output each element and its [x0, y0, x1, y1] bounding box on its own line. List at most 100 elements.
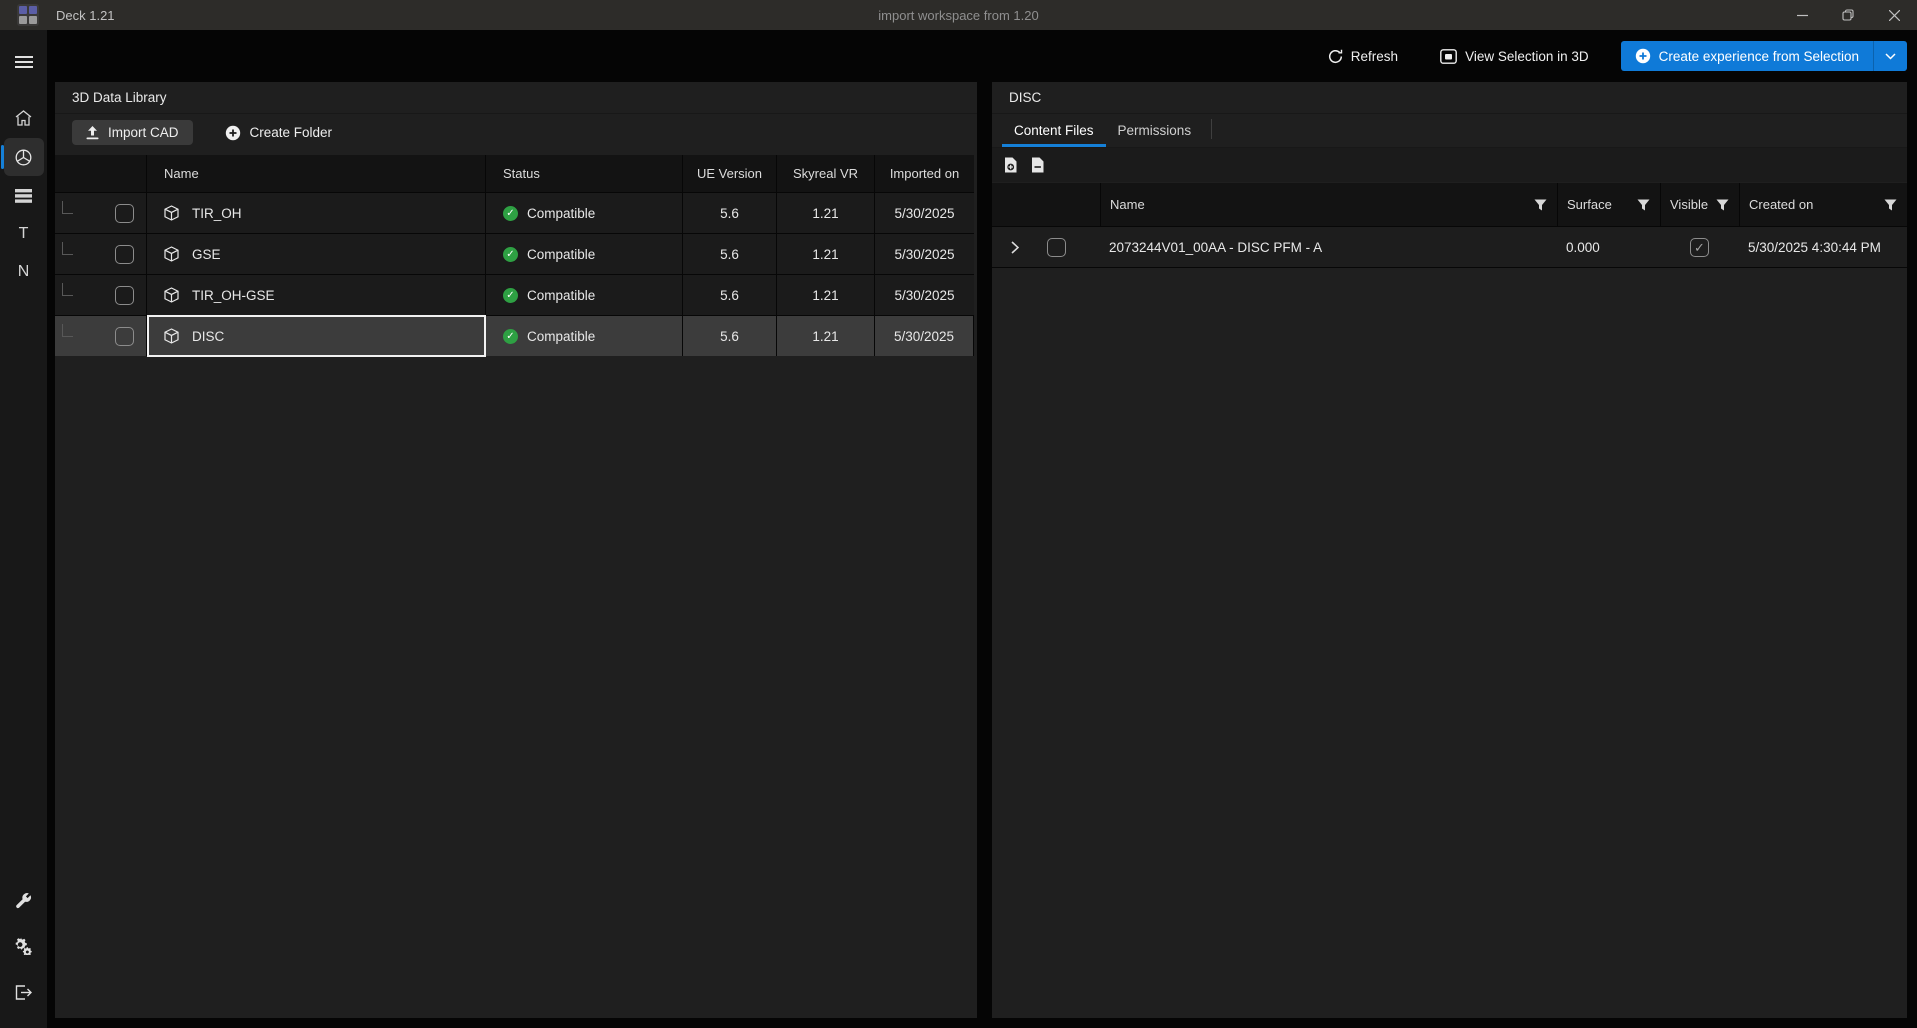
tree-guide	[62, 242, 73, 255]
chevron-right-icon	[1011, 241, 1019, 254]
col-imported-on[interactable]: Imported on	[875, 155, 974, 192]
sidebar-item-n-label: N	[18, 263, 30, 281]
3d-sphere-icon	[15, 149, 32, 166]
row-name: DISC	[192, 329, 224, 344]
col-skyreal-vr[interactable]: Skyreal VR	[777, 155, 875, 192]
row-checkbox[interactable]	[115, 286, 134, 305]
row-checkbox[interactable]	[1047, 238, 1066, 257]
action-bar: Refresh View Selection in 3D Create expe…	[47, 30, 1917, 82]
library-table-header: Name Status UE Version Skyreal VR Import…	[55, 155, 974, 192]
view-selection-3d-button[interactable]: View Selection in 3D	[1430, 43, 1599, 70]
row-checkbox[interactable]	[115, 327, 134, 346]
filter-icon[interactable]	[1716, 199, 1729, 211]
create-folder-button[interactable]: Create Folder	[219, 120, 339, 146]
content-file-row[interactable]: 2073244V01_00AA - DISC PFM - A 0.000 ✓ 5…	[992, 226, 1907, 268]
row-skyreal-vr: 1.21	[777, 193, 875, 233]
create-experience-split-button: Create experience from Selection	[1621, 41, 1907, 71]
wrench-icon	[15, 892, 32, 909]
menu-toggle-icon[interactable]	[4, 44, 44, 80]
import-cad-button[interactable]: Import CAD	[72, 120, 193, 145]
close-button[interactable]	[1871, 0, 1917, 30]
create-experience-dropdown[interactable]	[1873, 41, 1907, 71]
filter-icon[interactable]	[1884, 199, 1897, 211]
remove-file-icon[interactable]	[1031, 157, 1045, 173]
col-status[interactable]: Status	[486, 155, 683, 192]
filter-icon[interactable]	[1534, 199, 1547, 211]
home-icon	[15, 110, 32, 126]
restore-button[interactable]	[1825, 0, 1871, 30]
table-row[interactable]: GSE ✓ Compatible 5.6 1.21 5/30/2025	[55, 233, 974, 274]
tab-content-files[interactable]: Content Files	[1002, 116, 1106, 147]
row-name: TIR_OH	[192, 206, 242, 221]
col-surface[interactable]: Surface	[1567, 197, 1612, 212]
col-visible[interactable]: Visible	[1670, 197, 1708, 212]
tree-guide	[62, 324, 73, 337]
col-ue-version[interactable]: UE Version	[683, 155, 777, 192]
row-imported-on: 5/30/2025	[875, 316, 974, 356]
list-icon	[15, 189, 32, 203]
plus-circle-icon	[225, 125, 241, 141]
row-imported-on: 5/30/2025	[875, 275, 974, 315]
cad-model-icon	[164, 205, 179, 221]
status-badge: ✓ Compatible	[503, 329, 595, 344]
gears-icon	[14, 937, 33, 955]
create-folder-label: Create Folder	[250, 125, 333, 140]
cad-model-icon	[164, 246, 179, 262]
content-file-created-on: 5/30/2025 4:30:44 PM	[1739, 227, 1907, 267]
row-checkbox[interactable]	[115, 245, 134, 264]
add-file-icon[interactable]	[1004, 157, 1018, 173]
content-files-toolbar	[992, 148, 1907, 182]
filter-icon[interactable]	[1637, 199, 1650, 211]
sidebar-item-tools[interactable]	[4, 882, 44, 918]
refresh-label: Refresh	[1351, 49, 1398, 64]
row-ue-version: 5.6	[683, 234, 777, 274]
tab-separator	[1211, 119, 1212, 139]
content-file-name: 2073244V01_00AA - DISC PFM - A	[1100, 227, 1557, 267]
sidebar-bottom	[0, 882, 47, 1020]
sidebar: T N	[0, 30, 47, 1028]
app-logo-icon	[17, 4, 39, 26]
sidebar-item-settings[interactable]	[4, 928, 44, 964]
status-badge: ✓ Compatible	[503, 206, 595, 221]
col-created-on[interactable]: Created on	[1749, 197, 1813, 212]
row-checkbox[interactable]	[115, 204, 134, 223]
tab-permissions[interactable]: Permissions	[1106, 116, 1204, 147]
view-selection-3d-label: View Selection in 3D	[1465, 49, 1589, 64]
logout-icon	[15, 985, 32, 1000]
row-imported-on: 5/30/2025	[875, 234, 974, 274]
table-row[interactable]: TIR_OH ✓ Compatible 5.6 1.21 5/30/2025	[55, 192, 974, 233]
sidebar-item-logout[interactable]	[4, 974, 44, 1010]
create-experience-button[interactable]: Create experience from Selection	[1621, 41, 1873, 71]
compatible-check-icon: ✓	[503, 206, 518, 221]
col-name[interactable]: Name	[147, 155, 486, 192]
table-row[interactable]: TIR_OH-GSE ✓ Compatible 5.6 1.21 5/30/20…	[55, 274, 974, 315]
cad-model-icon	[164, 287, 179, 303]
row-skyreal-vr: 1.21	[777, 234, 875, 274]
col-name[interactable]: Name	[1110, 197, 1145, 212]
row-name: TIR_OH-GSE	[192, 288, 275, 303]
cad-model-icon	[164, 328, 179, 344]
visible-checkbox-checked[interactable]: ✓	[1690, 238, 1709, 257]
row-skyreal-vr: 1.21	[777, 275, 875, 315]
sidebar-item-t[interactable]: T	[4, 216, 44, 252]
titlebar: Deck 1.21 import workspace from 1.20	[0, 0, 1917, 30]
detail-panel-title: DISC	[992, 82, 1907, 114]
sidebar-item-list[interactable]	[4, 178, 44, 214]
sidebar-item-3d-data[interactable]	[4, 138, 44, 176]
app-title: Deck 1.21	[56, 8, 115, 23]
sidebar-item-home[interactable]	[4, 100, 44, 136]
refresh-button[interactable]: Refresh	[1318, 43, 1408, 70]
expand-row-button[interactable]	[992, 227, 1038, 267]
library-table: Name Status UE Version Skyreal VR Import…	[55, 155, 974, 356]
content-files-header: Name Surface Visible Created on	[992, 183, 1907, 226]
tree-guide	[62, 283, 73, 296]
row-imported-on: 5/30/2025	[875, 193, 974, 233]
status-badge: ✓ Compatible	[503, 288, 595, 303]
tree-guide	[62, 201, 73, 214]
detail-tabs: Content Files Permissions	[992, 114, 1907, 148]
minimize-button[interactable]	[1779, 0, 1825, 30]
table-row-selected[interactable]: DISC ✓ Compatible 5.6 1.21 5/30/2025	[55, 315, 974, 356]
content-files-table: Name Surface Visible Created on	[992, 183, 1907, 268]
sidebar-item-n[interactable]: N	[4, 254, 44, 290]
row-name: GSE	[192, 247, 221, 262]
